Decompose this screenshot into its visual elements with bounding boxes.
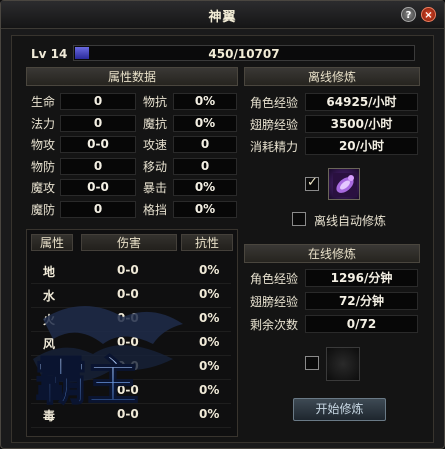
attr-value: 0 [60,157,136,175]
attr-label: 魔攻 [31,181,56,195]
exp-text: 450/10707 [208,47,280,61]
resist-element: 暗 [43,385,56,399]
row-divider [31,307,231,308]
attr-value: 0 [173,136,237,153]
attr-value: 0 [60,200,136,218]
check-mark-icon: ✓ [307,175,318,190]
row-divider [31,379,231,380]
exp-bar: 450/10707 [73,45,415,61]
row-divider [31,427,231,428]
row-divider [31,403,231,404]
online-label: 翅膀经验 [250,295,299,309]
window-title: 神翼 [208,10,237,25]
start-training-button[interactable]: 开始修炼 [293,398,386,421]
potion-icon-graphic [333,173,357,197]
attr-label: 生命 [31,95,56,109]
row-divider [31,355,231,356]
th-resist: 抗性 [181,234,233,251]
offline-value: 20/小时 [305,137,418,155]
help-button[interactable]: ? [401,7,416,22]
resist-element: 地 [43,265,56,279]
close-button[interactable]: × [421,7,436,22]
title-bar[interactable]: 神翼 ? × [1,1,444,29]
resist-damage: 0-0 [117,335,139,349]
resist-value: 0% [199,383,220,397]
wing-window: 神翼 ? × Lv 14 450/10707 属性数据 生命 0 物抗 0% 法力 0 魔抗… [0,0,445,449]
online-header: 在线修炼 [244,244,420,263]
attr-label: 魔抗 [143,116,168,131]
resist-element: 光 [43,361,56,375]
attr-label: 格挡 [143,202,168,217]
offline-header: 离线修炼 [244,67,420,86]
online-label: 剩余次数 [250,318,299,332]
offline-item-checkbox[interactable]: ✓ [305,175,319,191]
attr-value: 0 [60,93,136,110]
attr-label: 攻速 [143,138,168,152]
attr-label: 物防 [31,159,56,174]
th-element: 属性 [31,234,73,251]
attr-value: 0 [60,114,136,132]
th-damage: 伤害 [81,234,177,251]
resist-damage: 0-0 [117,263,139,277]
resist-damage: 0-0 [117,287,139,301]
attr-value: 0% [173,114,237,132]
row-divider [31,331,231,332]
auto-offline-checkbox[interactable] [292,212,306,226]
attr-value: 0-0 [60,136,136,153]
auto-offline-label: 离线自动修炼 [314,214,387,228]
online-value: 72/分钟 [305,292,418,310]
resistance-table [26,229,238,437]
attr-label: 法力 [31,116,56,131]
online-slot-checkbox[interactable] [305,356,319,370]
attr-value: 0% [173,200,237,218]
resist-value: 0% [199,407,220,421]
resist-damage: 0-0 [117,407,139,421]
online-value: 1296/分钟 [305,269,418,287]
resist-value: 0% [199,311,220,325]
purple-potion-icon[interactable] [328,168,360,200]
attr-value: 0% [173,93,237,110]
resist-damage: 0-0 [117,359,139,373]
offline-label: 翅膀经验 [250,118,299,132]
resist-value: 0% [199,335,220,349]
empty-item-slot[interactable] [326,347,360,381]
offline-label: 角色经验 [250,96,299,110]
attr-value: 0 [173,157,237,175]
attr-label: 物抗 [143,95,168,109]
resist-element: 风 [43,337,56,351]
resist-damage: 0-0 [117,311,139,325]
row-divider [31,283,231,284]
attr-value: 0-0 [60,179,136,196]
attr-value: 0% [173,179,237,196]
resist-value: 0% [199,359,220,373]
attr-label: 物攻 [31,138,56,152]
resist-value: 0% [199,263,220,277]
offline-value: 3500/小时 [305,115,418,133]
offline-label: 消耗精力 [250,140,299,154]
resist-element: 水 [43,289,56,303]
online-value: 0/72 [305,315,418,333]
attributes-header: 属性数据 [26,67,238,86]
resist-damage: 0-0 [117,383,139,397]
attr-label: 移动 [143,159,168,174]
resist-element: 毒 [43,409,56,423]
resist-value: 0% [199,287,220,301]
level-label: Lv 14 [31,47,68,61]
resist-element: 火 [43,313,56,327]
online-label: 角色经验 [250,272,299,286]
offline-value: 64925/小时 [305,93,418,111]
attr-label: 暴击 [143,181,168,195]
attr-label: 魔防 [31,202,56,217]
